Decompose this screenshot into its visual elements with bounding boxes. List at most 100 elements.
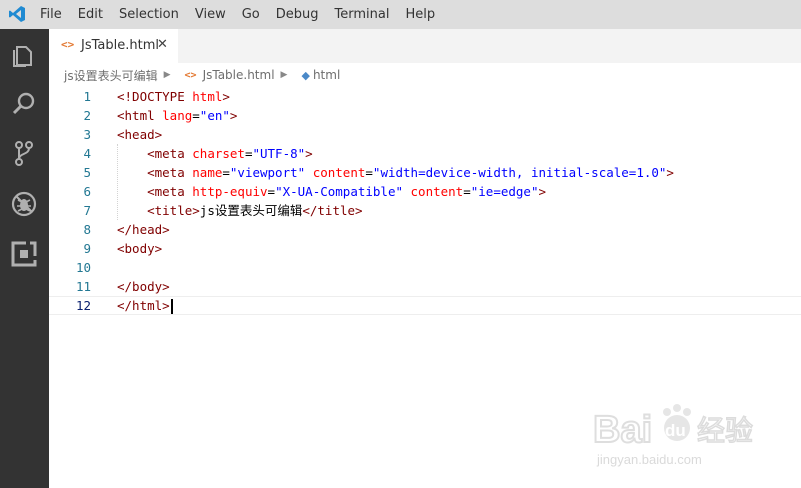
code-text: </head> [117,220,170,239]
code-text: <title>js设置表头可编辑</title> [117,201,363,220]
activity-bar [0,29,49,488]
code-token: http-equiv [192,184,268,199]
symbol-icon: ◆ [301,68,310,82]
html-file-icon: <> [61,38,75,51]
code-token: > [666,165,674,180]
extensions-icon[interactable] [10,240,38,268]
code-line[interactable]: 9 <body> [49,239,801,258]
code-token: <head> [117,127,163,142]
line-number: 7 [83,203,91,218]
tab-bar: <> JsTable.html ✕ [49,29,801,63]
debug-icon[interactable] [10,190,38,218]
menu-file[interactable]: File [32,0,70,29]
code-line[interactable]: 11 </body> [49,277,801,296]
chevron-right-icon: ▶ [163,70,171,80]
code-line[interactable]: 6 <meta http-equiv="X-UA-Compatible" con… [49,182,801,201]
code-token: "en" [199,108,230,123]
code-line[interactable]: 7 <title>js设置表头可编辑</title> [49,201,801,220]
code-token: "width=device-width, initial-scale=1.0" [372,165,667,180]
code-text: </body> [117,277,170,296]
code-token: = [192,108,200,123]
code-token: = [463,184,471,199]
line-number: 9 [83,241,91,256]
vscode-logo-icon [8,5,26,23]
line-number: 12 [75,298,91,313]
code-token: = [365,165,373,180]
code-line[interactable]: 5 <meta name="viewport" content="width=d… [49,163,801,182]
chevron-right-icon: ▶ [280,70,288,80]
code-token: html [192,89,223,104]
tab-jstable-html[interactable]: <> JsTable.html ✕ [49,29,178,63]
code-line[interactable]: 8 </head> [49,220,801,239]
menu-view[interactable]: View [187,0,234,29]
code-token: js设置表头可编辑 [199,203,303,218]
code-line[interactable]: 10 [49,258,801,277]
line-number: 6 [83,184,91,199]
code-token: > [222,89,230,104]
text-cursor [170,299,173,314]
code-token: </title> [302,203,363,218]
baidu-watermark: Bai du 经验 jingyan.baidu.com [592,398,783,470]
code-line[interactable]: 1 <!DOCTYPE html> [49,87,801,106]
code-token: <meta [147,165,193,180]
code-text: </html> [117,297,173,314]
code-token: = [222,165,230,180]
code-token: <body> [117,241,163,256]
line-number: 2 [83,108,91,123]
source-control-icon[interactable] [10,139,38,167]
html-file-icon: <> [184,69,197,81]
watermark-cn: 经验 [697,414,753,447]
code-text: <body> [117,239,162,258]
breadcrumb-symbol-label: html [312,68,341,82]
code-token: <!DOCTYPE [117,89,193,104]
code-token: "X-UA-Compatible" [275,184,403,199]
code-token: </body> [117,279,170,294]
code-token: > [305,146,313,161]
close-icon[interactable]: ✕ [157,37,168,52]
line-number: 1 [83,89,91,104]
line-number: 11 [75,279,91,294]
menu-edit[interactable]: Edit [70,0,111,29]
breadcrumb-folder-label: js设置表头可编辑 [64,68,158,83]
code-text: <head> [117,125,162,144]
watermark-url: jingyan.baidu.com [596,452,702,467]
code-text: <html lang="en"> [117,106,237,125]
code-line[interactable]: 2 <html lang="en"> [49,106,801,125]
menu-bar: File Edit Selection View Go Debug Terminal Help [32,0,443,29]
code-token: content [410,184,464,199]
watermark-brand2: du [665,421,686,440]
code-token: "UTF-8" [252,146,306,161]
code-line[interactable]: 4 <meta charset="UTF-8"> [49,144,801,163]
code-line[interactable]: 12 </html> [49,296,801,315]
explorer-icon[interactable] [10,41,38,69]
code-token: "viewport" [229,165,306,180]
code-text: <meta http-equiv="X-UA-Compatible" conte… [117,182,546,201]
menu-terminal[interactable]: Terminal [327,0,398,29]
title-bar: File Edit Selection View Go Debug Terminal Help [0,0,801,29]
breadcrumb: js设置表头可编辑 ▶ <> JsTable.html ▶ ◆ html [49,63,801,87]
breadcrumb-file[interactable]: <> JsTable.html ▶ [185,68,288,82]
line-number: 4 [83,146,91,161]
menu-debug[interactable]: Debug [268,0,327,29]
menu-selection[interactable]: Selection [111,0,187,29]
code-token: name [192,165,223,180]
breadcrumb-folder[interactable]: js设置表头可编辑 ▶ [64,67,171,84]
code-token: </head> [117,222,170,237]
menu-help[interactable]: Help [397,0,443,29]
breadcrumb-symbol[interactable]: ◆ html [301,68,340,82]
menu-go[interactable]: Go [234,0,268,29]
search-icon[interactable] [10,90,38,118]
code-token: > [229,108,238,123]
code-token: </html> [117,298,170,313]
code-token: <html [117,108,163,123]
code-text: <meta name="viewport" content="width=dev… [117,163,674,182]
code-token: = [267,184,276,199]
tab-label: JsTable.html [81,38,159,53]
code-line[interactable]: 3 <head> [49,125,801,144]
line-number: 5 [83,165,91,180]
